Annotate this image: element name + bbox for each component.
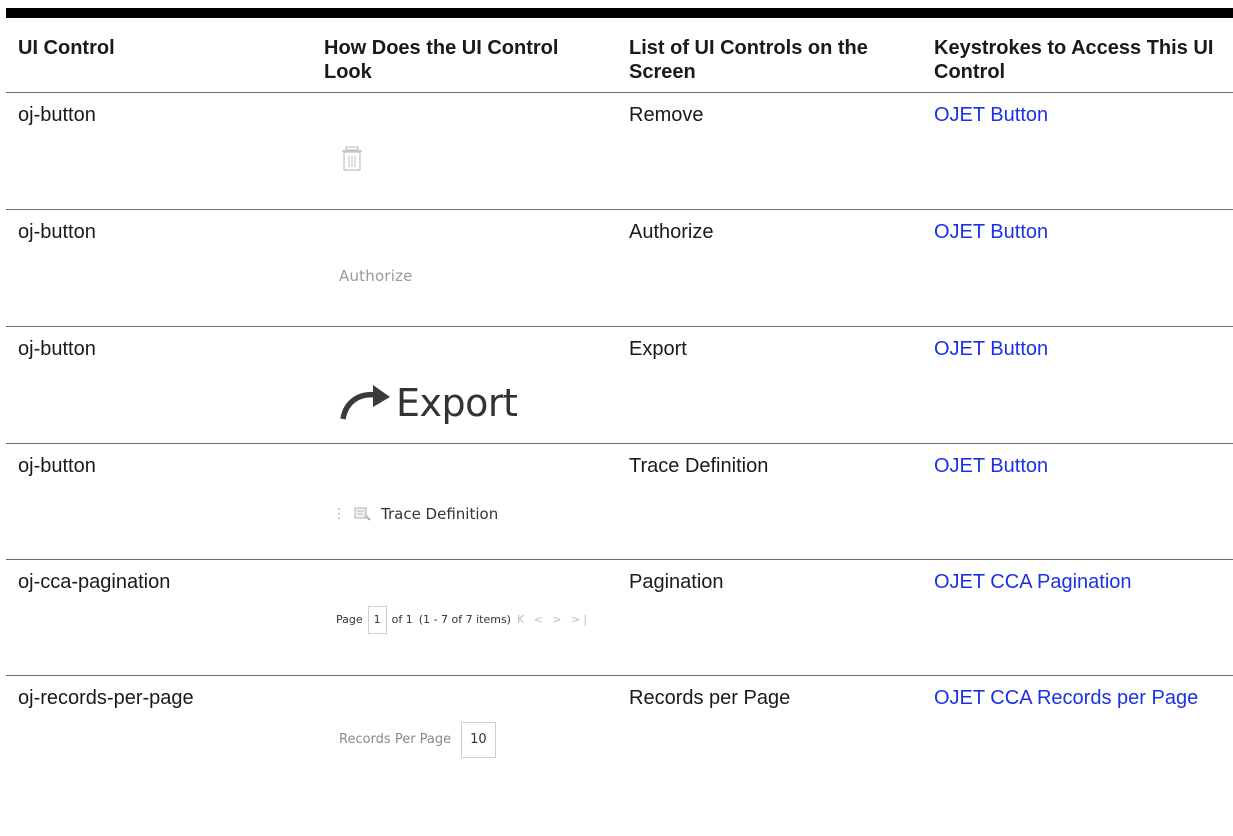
authorize-button-preview: Authorize (339, 267, 413, 285)
header-control-look: How Does the UI Control Look (312, 18, 617, 93)
keystroke-cell: OJET Button (922, 209, 1233, 327)
table-row: oj-button Authorize Authorize OJET Butto… (6, 209, 1233, 327)
separator-dot-icon: ⋮ (332, 506, 346, 522)
records-per-page-value: 10 (461, 722, 496, 758)
keystroke-link[interactable]: OJET CCA Records per Page (934, 687, 1198, 709)
ui-controls-table-container: UI Control How Does the UI Control Look … (6, 8, 1233, 793)
control-preview: Export (312, 326, 617, 444)
keystroke-link[interactable]: OJET CCA Pagination (934, 571, 1132, 593)
trash-icon (342, 146, 362, 171)
control-name: oj-cca-pagination (6, 559, 312, 676)
table-row: oj-cca-pagination Page 1 of 1 (1 - 7 of … (6, 559, 1233, 676)
screen-control-name: Records per Page (629, 687, 791, 709)
keystroke-cell: OJET Button (922, 326, 1233, 444)
header-controls-on-screen: List of UI Controls on the Screen (617, 18, 922, 93)
control-name: oj-button (6, 92, 312, 210)
pagination-nav-icons: K < > >| (516, 613, 591, 626)
trace-definition-preview-label: Trace Definition (381, 505, 499, 523)
pagination-page-label: Page (336, 613, 363, 626)
pagination-page-input: 1 (367, 606, 387, 634)
keystroke-link[interactable]: OJET Button (934, 221, 1048, 243)
keystroke-link[interactable]: OJET Button (934, 104, 1048, 126)
screen-control-name: Pagination (617, 559, 922, 676)
table-row: oj-button Export Export OJET Button (6, 326, 1233, 444)
pagination-items-label: (1 - 7 of 7 items) (418, 613, 511, 626)
screen-control-name: Trace Definition (617, 443, 922, 560)
table-row: oj-button ⋮ Trace Definition Trace Defin… (6, 443, 1233, 560)
header-keystrokes: Keystrokes to Access This UI Control (922, 18, 1233, 93)
records-per-page-preview: Records Per Page 10 (339, 722, 496, 758)
control-preview: ⋮ Trace Definition (312, 443, 617, 560)
screen-control-name: Authorize (617, 209, 922, 327)
control-preview: Page 1 of 1 (1 - 7 of 7 items) K < > >| (312, 559, 617, 676)
control-name: oj-button (6, 326, 312, 444)
trace-definition-icon (354, 507, 371, 521)
keystroke-cell: OJET Button (922, 443, 1233, 560)
control-name: oj-button (6, 209, 312, 327)
keystroke-cell: OJET CCA Records per Page (922, 676, 1233, 793)
header-ui-control: UI Control (6, 18, 312, 93)
trace-definition-button-preview: ⋮ Trace Definition (332, 502, 498, 526)
export-button-preview: Export (340, 381, 518, 425)
records-per-page-label: Records Per Page (339, 732, 452, 747)
export-arrow-icon (340, 385, 390, 420)
screen-control-name: Remove (617, 92, 922, 210)
table-top-rule (6, 8, 1233, 18)
table-row: oj-button Remove OJET Button (6, 92, 1233, 210)
ui-controls-table: UI Control How Does the UI Control Look … (6, 18, 1233, 793)
table-row: oj-records-per-page Records Per Page 10 … (6, 676, 1233, 793)
screen-control-name: Export (617, 326, 922, 444)
pagination-of-label: of 1 (391, 613, 413, 626)
control-name: oj-records-per-page (18, 687, 194, 709)
control-name: oj-button (6, 443, 312, 560)
control-preview (312, 92, 617, 210)
keystroke-cell: OJET Button (922, 92, 1233, 210)
keystroke-cell: OJET CCA Pagination (922, 559, 1233, 676)
pagination-preview: Page 1 of 1 (1 - 7 of 7 items) K < > >| (336, 606, 590, 634)
control-preview: Records Per Page 10 (312, 676, 617, 793)
keystroke-link[interactable]: OJET Button (934, 338, 1048, 360)
table-header-row: UI Control How Does the UI Control Look … (6, 18, 1233, 93)
export-preview-label: Export (396, 381, 518, 425)
keystroke-link[interactable]: OJET Button (934, 455, 1048, 477)
control-preview: Authorize (312, 209, 617, 327)
